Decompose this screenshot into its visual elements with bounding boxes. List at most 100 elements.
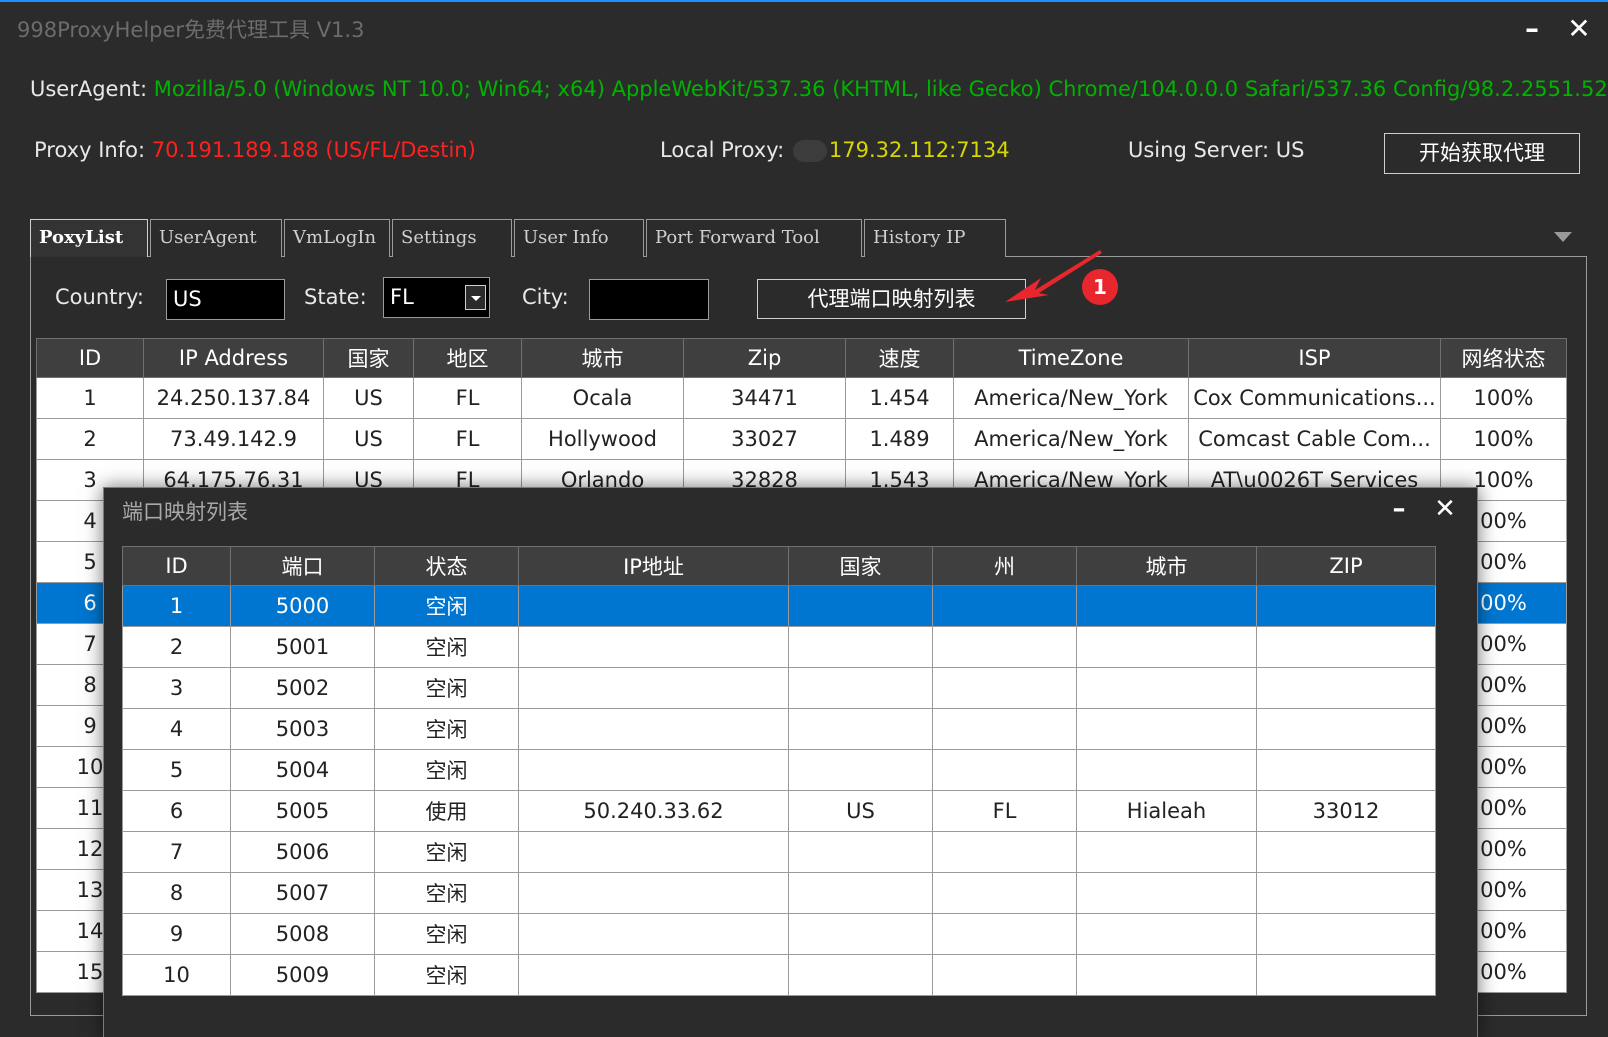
table-cell: 9 (122, 913, 231, 955)
table-cell (518, 913, 789, 955)
port-mapping-dialog: 端口映射列表 – ✕ ID 端口 状态 IP地址 国家州城市 ZIP 1 5000 空闲 2 50… (103, 487, 1478, 1037)
column-header[interactable]: 网络状态 (1440, 338, 1567, 378)
table-cell (1076, 749, 1257, 791)
proxy-info-value: 70.191.189.188 (US/FL/Destin) (151, 138, 476, 162)
table-cell: 4 (122, 708, 231, 750)
table-cell (788, 913, 933, 955)
country-input[interactable]: US (166, 279, 285, 320)
table-cell: 空闲 (374, 831, 519, 873)
local-proxy-row: Local Proxy: 179.32.112:7134 (660, 138, 1010, 162)
tab-vmlogin[interactable]: VmLogIn (284, 219, 390, 257)
table-cell (1256, 831, 1436, 873)
column-header[interactable]: IP Address (143, 338, 324, 378)
state-select[interactable]: FL (383, 277, 490, 318)
start-proxy-button[interactable]: 开始获取代理 (1384, 133, 1580, 174)
column-header[interactable]: 地区 (413, 338, 522, 378)
proxy-info-label: Proxy Info: (34, 138, 146, 162)
table-row[interactable]: 7 5006 空闲 (122, 831, 1436, 873)
column-header[interactable]: ZIP (1256, 546, 1436, 586)
column-header[interactable]: 国家 (788, 546, 933, 586)
close-button[interactable]: ✕ (1561, 12, 1597, 46)
table-row[interactable]: 3 5002 空闲 (122, 667, 1436, 709)
table-cell: 5002 (230, 667, 375, 709)
server-info: Using Server: US (1128, 138, 1304, 162)
table-cell: Hialeah (1076, 790, 1257, 832)
column-header[interactable]: 城市 (1076, 546, 1257, 586)
table-row[interactable]: 2 73.49.142.9 US FL Hollywood 33027 1.489 Ameri… (36, 418, 1567, 460)
column-header[interactable]: ID (122, 546, 231, 586)
table-cell: 5003 (230, 708, 375, 750)
column-header[interactable]: IP地址 (518, 546, 789, 586)
minimize-button[interactable]: – (1514, 12, 1550, 46)
column-header[interactable]: Zip (683, 338, 846, 378)
tab-overflow-icon[interactable] (1554, 232, 1572, 242)
table-cell: America/New_York (953, 418, 1189, 460)
local-proxy-label: Local Proxy: (660, 138, 785, 162)
table-cell (518, 667, 789, 709)
proxy-info-row: Proxy Info: 70.191.189.188 (US/FL/Destin… (34, 138, 476, 162)
tab-useragent[interactable]: UserAgent (150, 219, 282, 257)
tab-poxylist[interactable]: PoxyList (30, 219, 148, 257)
table-cell: 5000 (230, 585, 375, 627)
column-header[interactable]: 城市 (521, 338, 684, 378)
column-header[interactable]: 端口 (230, 546, 375, 586)
column-header[interactable]: 国家 (323, 338, 414, 378)
table-cell: US (323, 418, 414, 460)
table-cell (1256, 954, 1436, 996)
server-label: Using Server: US (1128, 138, 1305, 162)
table-row[interactable]: 6 5005 使用 50.240.33.62 US FL Hialeah 33012 (122, 790, 1436, 832)
column-header[interactable]: TimeZone (953, 338, 1189, 378)
table-cell: 1.454 (845, 377, 954, 419)
annotation-badge: 1 (1082, 269, 1118, 305)
dialog-close-button[interactable]: ✕ (1430, 494, 1460, 524)
table-cell (932, 872, 1077, 914)
tab-settings[interactable]: Settings (392, 219, 512, 257)
table-row[interactable]: 1 5000 空闲 (122, 585, 1436, 627)
table-cell (932, 667, 1077, 709)
table-cell (932, 585, 1077, 627)
dialog-minimize-button[interactable]: – (1384, 494, 1414, 524)
table-row[interactable]: 4 5003 空闲 (122, 708, 1436, 750)
tab-port-forward-tool[interactable]: Port Forward Tool (646, 219, 862, 257)
column-header[interactable]: 州 (932, 546, 1077, 586)
tab-user-info[interactable]: User Info (514, 219, 644, 257)
column-header[interactable]: 速度 (845, 338, 954, 378)
table-cell: 空闲 (374, 585, 519, 627)
table-row[interactable]: 1 24.250.137.84 US FL Ocala 34471 1.454 America… (36, 377, 1567, 419)
tab-history-ip[interactable]: History IP (864, 219, 1006, 257)
table-cell: 33012 (1256, 790, 1436, 832)
table-cell (1256, 913, 1436, 955)
useragent-row: UserAgent: Mozilla/5.0 (Windows NT 10.0;… (30, 77, 1608, 101)
column-header[interactable]: ISP (1188, 338, 1441, 378)
table-cell (518, 954, 789, 996)
table-row[interactable]: 10 5009 空闲 (122, 954, 1436, 996)
chevron-down-icon[interactable] (465, 285, 486, 310)
table-cell (932, 708, 1077, 750)
table-cell (518, 585, 789, 627)
table-cell: Comcast Cable Com... (1188, 418, 1441, 460)
port-mapping-list-button[interactable]: 代理端口映射列表 (757, 279, 1026, 319)
table-cell (788, 831, 933, 873)
table-cell: 100% (1440, 418, 1567, 460)
column-header[interactable]: ID (36, 338, 144, 378)
table-cell: 5009 (230, 954, 375, 996)
table-cell: 空闲 (374, 708, 519, 750)
table-cell: 50.240.33.62 (518, 790, 789, 832)
city-input[interactable] (589, 279, 709, 320)
table-row[interactable]: 8 5007 空闲 (122, 872, 1436, 914)
table-row[interactable]: 5 5004 空闲 (122, 749, 1436, 791)
table-cell (1076, 913, 1257, 955)
table-cell (1256, 626, 1436, 668)
table-cell: Hollywood (521, 418, 684, 460)
table-cell: 2 (36, 418, 144, 460)
table-cell (788, 749, 933, 791)
table-row[interactable]: 9 5008 空闲 (122, 913, 1436, 955)
column-header[interactable]: 状态 (374, 546, 519, 586)
table-row[interactable]: 2 5001 空闲 (122, 626, 1436, 668)
table-cell: 6 (122, 790, 231, 832)
table-cell: 1 (36, 377, 144, 419)
table-cell: 5006 (230, 831, 375, 873)
table-cell: FL (932, 790, 1077, 832)
table-cell (788, 667, 933, 709)
table-cell: 24.250.137.84 (143, 377, 324, 419)
